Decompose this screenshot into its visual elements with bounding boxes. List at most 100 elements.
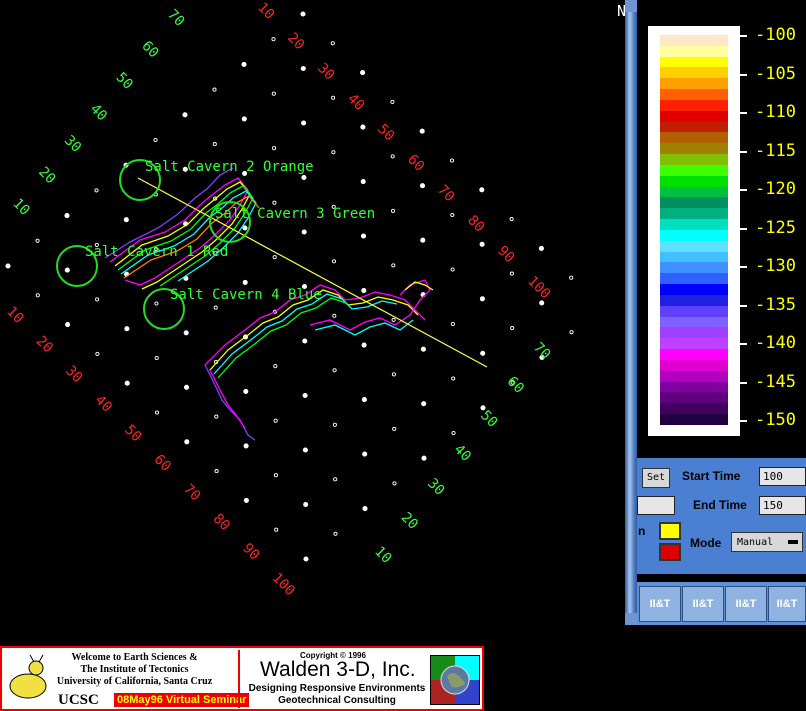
grid-dot <box>183 330 189 336</box>
colorbar-band <box>660 413 728 425</box>
grid-dot <box>243 388 249 394</box>
axis-tick-label: 20 <box>284 30 307 53</box>
grid-dot <box>301 229 307 235</box>
grid-dot <box>303 501 309 508</box>
start-time-label: Start Time <box>682 469 741 483</box>
axis-tick-label: 100 <box>269 570 298 599</box>
color-swatch-2[interactable] <box>659 543 681 561</box>
cavern-1-label: Salt Cavern 1 Red <box>85 244 228 260</box>
grid-dot <box>35 293 40 298</box>
colorbar-tick-label: -140 <box>755 333 796 353</box>
grid-dot <box>360 179 366 185</box>
scroll-up-icon[interactable] <box>625 0 637 12</box>
grid-dot <box>272 200 277 205</box>
grid-dot <box>271 91 276 96</box>
axis-tick-label: 10 <box>254 0 277 23</box>
grid-dot <box>449 158 455 163</box>
grid-dot <box>510 326 515 331</box>
colorbar-band <box>660 89 728 100</box>
colorbar-tick <box>735 112 747 114</box>
colorbar-band <box>660 208 728 220</box>
axis-tick-label: 20 <box>398 510 421 533</box>
iit-logo-4: II&T <box>768 586 806 622</box>
grid-dot <box>419 183 426 189</box>
grid-dot <box>333 531 338 536</box>
colorbar-band <box>660 35 728 46</box>
seminar-banner[interactable]: Welcome to Earth Sciences & The Institut… <box>0 646 484 711</box>
colorbar-tick <box>735 304 747 307</box>
axis-tick-label: 30 <box>61 133 84 156</box>
axis-tick-label: 60 <box>151 452 174 475</box>
grid-dot <box>214 414 219 419</box>
axis-tick-label: 10 <box>9 196 32 219</box>
colorbar-band <box>660 240 728 252</box>
colorbar-band <box>660 229 728 241</box>
grid-dot <box>274 527 279 532</box>
grid-dot <box>360 124 366 130</box>
grid-dot <box>300 11 306 17</box>
grid-dot <box>333 477 338 482</box>
colorbar-band <box>660 273 728 285</box>
time-controls: Set Start Time 100 End Time 150 n Mode M… <box>637 458 806 574</box>
colorbar-tick <box>735 73 747 76</box>
end-time-field[interactable]: 150 <box>759 496 806 515</box>
grid-dot <box>5 263 11 269</box>
logo-strip: II&T II&T II&T II&T <box>637 582 806 625</box>
grid-dot <box>64 213 70 219</box>
axis-tick-label: 40 <box>87 101 110 124</box>
grid-dot <box>273 364 278 369</box>
axis-tick-label: 40 <box>451 442 474 465</box>
colorbar-band <box>660 99 728 111</box>
grid-dot <box>450 321 455 327</box>
mode-select[interactable]: Manual <box>731 532 803 552</box>
grid-dot <box>241 61 247 67</box>
scroll-down-icon[interactable] <box>625 613 637 625</box>
grid-dot <box>509 217 514 222</box>
grid-dot <box>538 245 544 251</box>
color-swatch-1[interactable] <box>659 522 681 540</box>
axis-tick-label: 70 <box>434 182 457 205</box>
earth-logo-icon <box>430 655 480 705</box>
colorbar-band <box>660 186 728 198</box>
axis-tick-label: 30 <box>314 60 337 83</box>
axis-tick-label: 40 <box>92 392 115 415</box>
colorbar-tick-label: -110 <box>755 102 796 122</box>
colorbar-band <box>660 56 728 68</box>
grid-dot <box>331 150 336 155</box>
vertical-scrollbar[interactable] <box>625 0 637 625</box>
grid-dot <box>419 128 425 134</box>
grid-dot <box>243 497 249 503</box>
colorbar <box>660 35 728 425</box>
colorbar-tick-label: -135 <box>755 294 796 315</box>
grid-dot <box>360 233 367 239</box>
colorbar-tick-label: -145 <box>755 371 796 392</box>
axis-tick-label: 60 <box>404 152 427 175</box>
colorbar-band <box>660 262 728 274</box>
grid-dot <box>390 99 395 104</box>
grid-dot <box>242 279 248 285</box>
iit-logo-1: II&T <box>639 586 681 622</box>
colorbar-band <box>660 370 728 382</box>
seminar-date: 08May96 Virtual Seminar <box>114 693 250 707</box>
grid-dot <box>391 263 396 268</box>
grid-dot <box>451 430 456 436</box>
grid-dot <box>569 330 574 335</box>
grid-dot <box>421 455 427 461</box>
grid-dot <box>273 418 278 423</box>
grid-dot <box>214 469 219 474</box>
axis-tick-label: 70 <box>164 7 187 30</box>
colorbar-tick <box>735 420 747 422</box>
left-field[interactable] <box>637 496 675 515</box>
grid-dot <box>332 368 337 373</box>
colorbar-band <box>660 45 728 57</box>
grid-dot <box>391 372 396 377</box>
grid-dot <box>243 443 249 449</box>
axis-tick-label: 80 <box>210 511 233 534</box>
visualization-canvas[interactable]: 7060504030201010203040506070809010010203… <box>0 0 625 640</box>
iit-logo-2: II&T <box>682 586 724 622</box>
grid-dot <box>450 267 455 272</box>
ucsc-wordmark: UCSC <box>58 692 99 708</box>
colorbar-tick <box>735 150 747 153</box>
set-button[interactable]: Set <box>642 468 670 488</box>
start-time-field[interactable]: 100 <box>759 467 806 486</box>
